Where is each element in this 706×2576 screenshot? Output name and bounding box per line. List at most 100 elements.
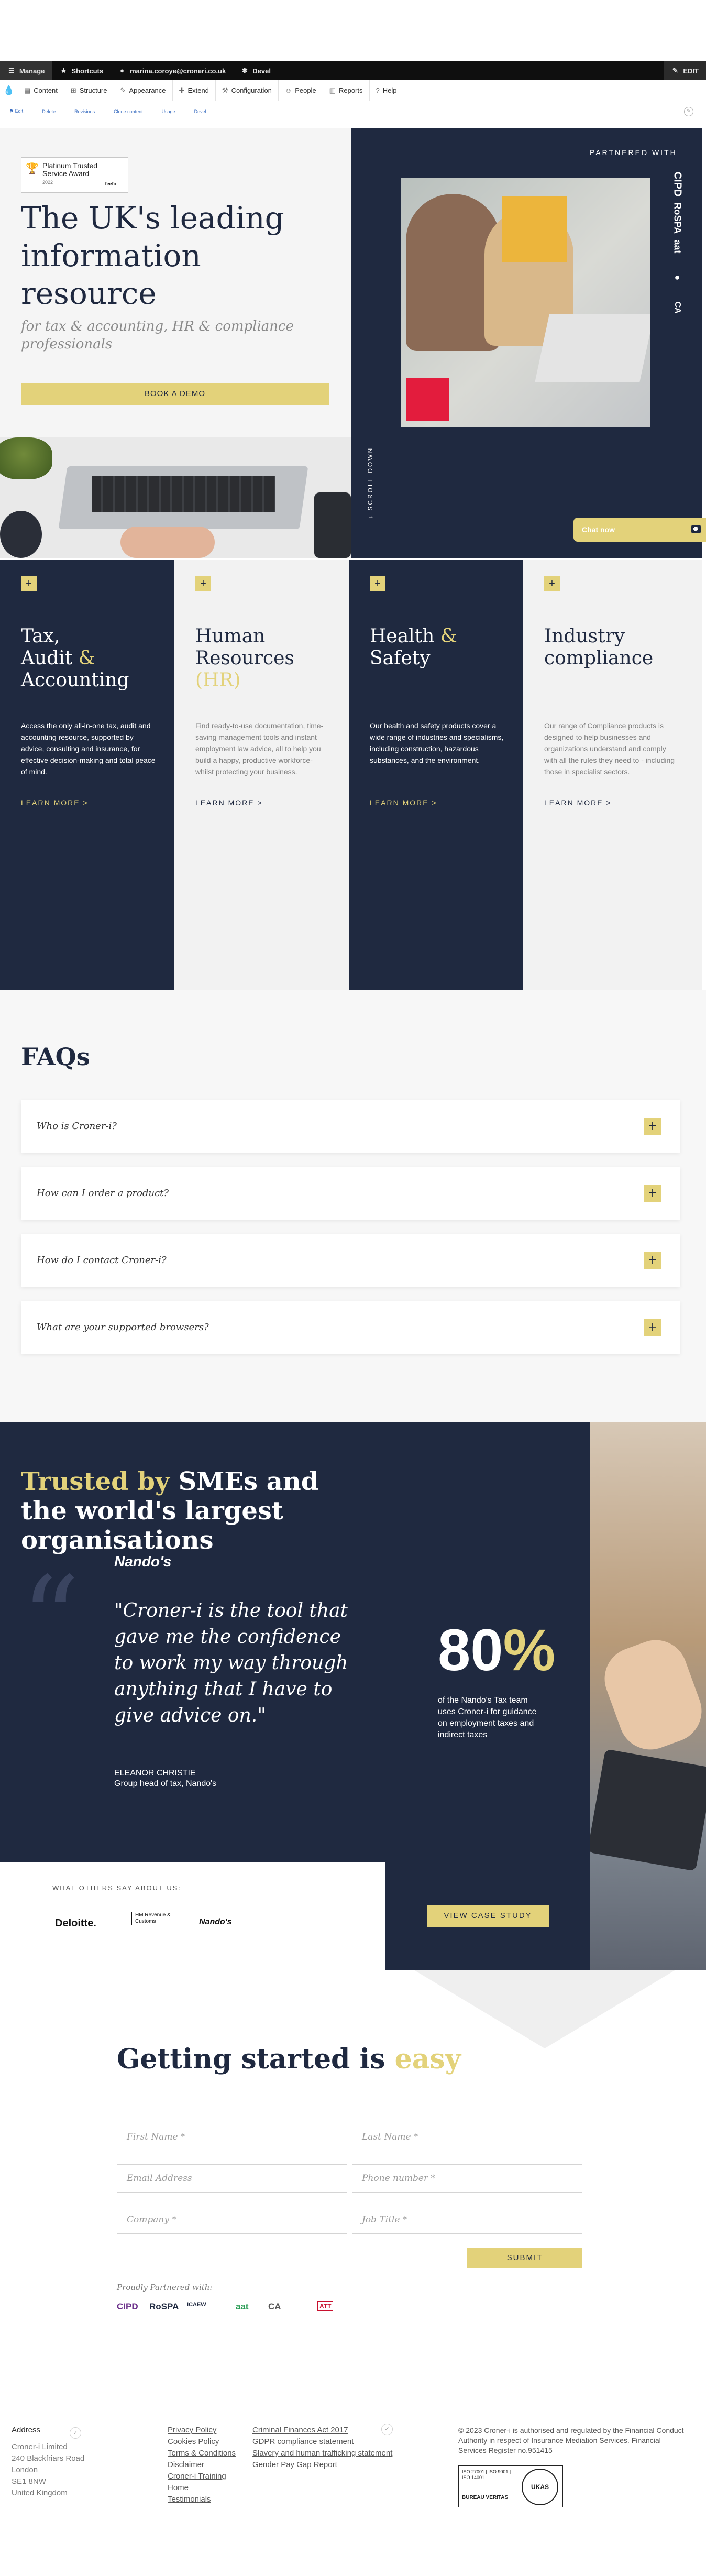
help-icon: ? xyxy=(376,86,380,94)
check-icon: ✓ xyxy=(70,2427,81,2439)
learn-more-link[interactable]: LEARN MORE > xyxy=(21,798,89,807)
plus-icon[interactable]: + xyxy=(195,576,211,591)
wrench-icon: ⚒ xyxy=(222,86,228,94)
footer-link[interactable]: Slavery and human trafficking statement xyxy=(252,2448,392,2459)
tray-item-structure[interactable]: ⊞ Structure xyxy=(64,80,114,101)
faq-item[interactable]: How can I order a product? + xyxy=(21,1167,680,1220)
author-role: Group head of tax, Nando's xyxy=(114,1779,217,1788)
faq-item[interactable]: Who is Croner-i? + xyxy=(21,1100,680,1153)
tab-revisions[interactable]: Revisions xyxy=(74,109,95,114)
card-title-part: compliance xyxy=(544,648,654,669)
learn-more-link[interactable]: LEARN MORE > xyxy=(195,798,263,807)
tab-clone[interactable]: Clone content xyxy=(114,109,143,114)
scroll-down[interactable]: ↓ SCROLL DOWN xyxy=(367,447,374,519)
faq-item[interactable]: How do I contact Croner-i? + xyxy=(21,1234,680,1287)
learn-more-link[interactable]: LEARN MORE > xyxy=(544,798,612,807)
tab-usage[interactable]: Usage xyxy=(162,109,175,114)
card-title-part: (HR) xyxy=(195,670,241,691)
address-line: Croner-i Limited xyxy=(12,2442,68,2451)
phone-field[interactable]: Phone number * xyxy=(352,2164,582,2193)
tab-devel[interactable]: Devel xyxy=(194,109,206,114)
view-case-study-button[interactable]: VIEW CASE STUDY xyxy=(427,1905,549,1927)
tray-item-help[interactable]: ? Help xyxy=(370,80,404,101)
footer-link[interactable]: Croner-i Training xyxy=(168,2471,236,2482)
card-title-part: & xyxy=(78,648,95,669)
card-title: Industry compliance xyxy=(544,626,680,670)
trusted-title: Trusted by SMEs and the world's largest … xyxy=(21,1467,367,1555)
tray-item-appearance[interactable]: ✎ Appearance xyxy=(114,80,173,101)
tab-edit[interactable]: ⚑ Edit xyxy=(9,108,23,114)
testimonial-photo xyxy=(590,1422,706,1970)
card-text: Our range of Compliance products is desi… xyxy=(544,721,675,776)
others-say-label: WHAT OTHERS SAY ABOUT US: xyxy=(52,1884,182,1892)
user-menu[interactable]: ● marina.coroye@croneri.co.uk xyxy=(111,61,233,80)
card-compliance: + Industry compliance Our range of Compli… xyxy=(523,560,702,992)
ca-logo: CA xyxy=(268,2301,281,2311)
plus-icon[interactable]: + xyxy=(370,576,385,591)
address-line: London xyxy=(12,2465,38,2474)
email-field[interactable]: Email Address xyxy=(117,2164,347,2193)
badge-line: Platinum Trusted xyxy=(42,161,98,170)
chat-now-button[interactable]: Chat now 💬 xyxy=(573,518,706,542)
plus-icon[interactable]: + xyxy=(544,576,560,591)
devel-menu[interactable]: ✱ Devel xyxy=(233,61,278,80)
admin-toolbar: ☰ Manage ★ Shortcuts ● marina.coroye@croner… xyxy=(0,61,706,80)
company-field[interactable]: Company * xyxy=(117,2206,347,2234)
partner-logos: CIPD RoSPA aat ● CA xyxy=(664,172,690,332)
footer-link[interactable]: Terms & Conditions xyxy=(168,2448,236,2459)
plus-icon: + xyxy=(644,1252,661,1269)
yellow-square xyxy=(502,196,567,262)
testimonial-author: ELEANOR CHRISTIE Group head of tax, Nando… xyxy=(114,1768,216,1789)
stat-text: of the Nando's Tax team uses Croner-i fo… xyxy=(438,1696,537,1739)
book-demo-button[interactable]: BOOK A DEMO xyxy=(21,383,329,405)
tray-item-extend[interactable]: ✚ Extend xyxy=(173,80,216,101)
card-title: Tax, Audit & Accounting xyxy=(21,626,157,692)
shortcuts-menu[interactable]: ★ Shortcuts xyxy=(52,61,111,80)
job-title-field[interactable]: Job Title * xyxy=(352,2206,582,2234)
card-tax: + Tax, Audit & Accounting Access the only … xyxy=(0,560,174,992)
aat-logo: aat xyxy=(672,239,683,254)
learn-more-link[interactable]: LEARN MORE > xyxy=(370,798,437,807)
drupal-icon[interactable]: 💧 xyxy=(0,80,18,101)
footer-link[interactable]: Cookies Policy xyxy=(168,2436,236,2448)
footer-link[interactable]: Criminal Finances Act 2017 xyxy=(252,2425,392,2436)
manage-menu[interactable]: ☰ Manage xyxy=(0,61,52,80)
tray-item-content[interactable]: ▤ Content xyxy=(18,80,64,101)
card-title-part: Resources xyxy=(195,648,294,669)
pencil-icon[interactable]: ✎ xyxy=(684,107,693,116)
stat-panel: 80% of the Nando's Tax team uses Croner-… xyxy=(385,1422,590,1970)
plus-icon[interactable]: + xyxy=(21,576,37,591)
red-square xyxy=(406,378,449,421)
form-title-text: Getting started is xyxy=(117,2043,385,2075)
last-name-field[interactable]: Last Name * xyxy=(352,2123,582,2151)
testimonial-quote: "Croner-i is the tool that gave me the c… xyxy=(114,1600,348,1726)
plus-icon: + xyxy=(644,1118,661,1135)
award-badge: 🏆 Platinum Trusted Service Award 2022 fe… xyxy=(21,157,128,193)
card-title-part: Industry xyxy=(544,626,625,647)
card-title-part: & xyxy=(440,626,457,647)
cert-text: ISO 27001 | ISO 9001 | ISO 14001 xyxy=(462,2469,511,2480)
footer-legal: © 2023 Croner-i is authorised and regula… xyxy=(458,2426,684,2454)
footer-link[interactable]: GDPR compliance statement xyxy=(252,2436,392,2448)
footer-link[interactable]: Testimonials xyxy=(168,2494,236,2505)
tray-item-configuration[interactable]: ⚒ Configuration xyxy=(216,80,279,101)
footer-link[interactable]: Disclaimer xyxy=(168,2459,236,2471)
gear-icon: ✱ xyxy=(241,67,248,74)
faq-item[interactable]: What are your supported browsers? + xyxy=(21,1301,680,1354)
submit-button[interactable]: SUBMIT xyxy=(467,2248,582,2268)
aat-logo: aat xyxy=(236,2301,249,2311)
section-arrow xyxy=(414,1970,676,2048)
deloitte-logo: Deloitte. xyxy=(55,1917,96,1929)
first-name-field[interactable]: First Name * xyxy=(117,2123,347,2151)
card-title: Health & Safety xyxy=(370,626,506,670)
edit-toggle[interactable]: ✎ EDIT xyxy=(664,61,706,80)
tray-item-people[interactable]: ☺ People xyxy=(279,80,323,101)
footer-link[interactable]: Privacy Policy xyxy=(168,2425,236,2436)
footer-link[interactable]: Gender Pay Gap Report xyxy=(252,2459,392,2471)
tab-delete[interactable]: Delete xyxy=(42,109,56,114)
footer-link[interactable]: Home xyxy=(168,2482,236,2494)
tray-item-reports[interactable]: ▥ Reports xyxy=(323,80,370,101)
feefo-logo: feefo xyxy=(105,181,116,187)
hero-subtitle: for tax & accounting, HR & compliance pr… xyxy=(21,319,294,352)
stat-value: 80 xyxy=(438,1617,503,1683)
